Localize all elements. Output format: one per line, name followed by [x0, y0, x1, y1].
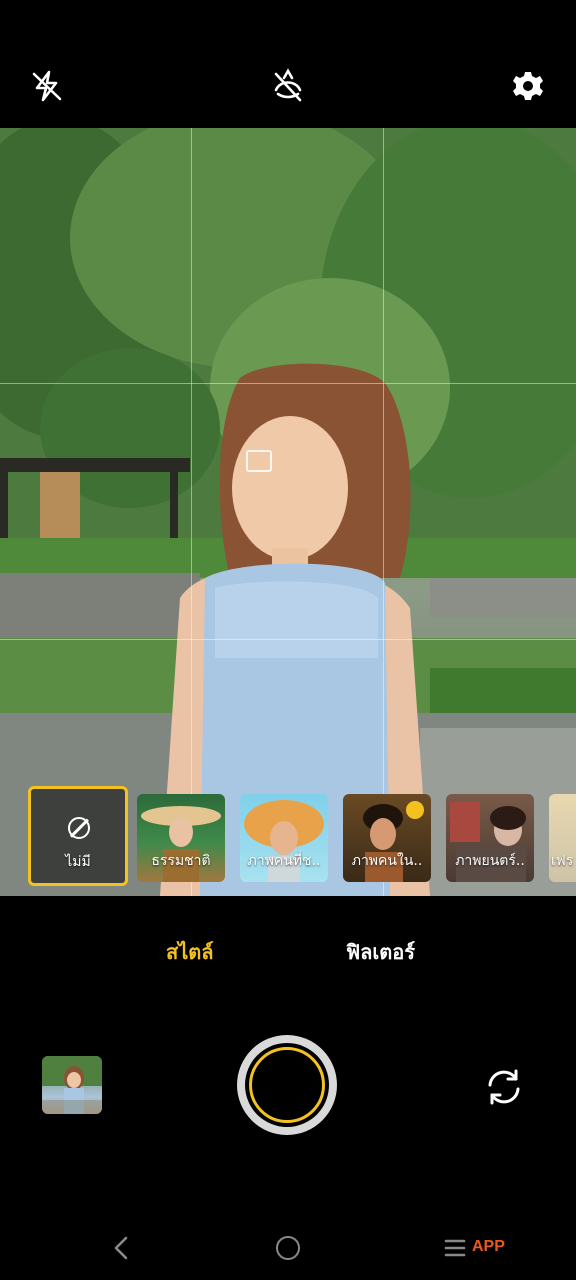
gear-icon[interactable] [508, 66, 548, 106]
filter-label: เฟร [551, 853, 574, 869]
gallery-preview-image [42, 1056, 102, 1114]
filter-movie[interactable]: ภาพยนตร์.. [446, 794, 534, 882]
recents-icon[interactable] [442, 1236, 468, 1260]
watermark-logo: APP [472, 1238, 505, 1255]
filter-fresh[interactable]: เฟร [549, 794, 576, 882]
face-focus-marker [246, 450, 272, 472]
filter-portrait-indoor[interactable]: ภาพคนใน.. [343, 794, 431, 882]
grid-line [191, 128, 192, 896]
filter-portrait-bright[interactable]: ภาพคนที่ช.. [240, 794, 328, 882]
camera-viewfinder[interactable] [0, 128, 576, 896]
scene-preview [0, 128, 576, 896]
mode-switcher: สไตล์ ฟิลเตอร์ [0, 936, 576, 966]
back-icon[interactable] [110, 1234, 134, 1262]
filter-label: ภาพคนใน.. [351, 853, 423, 869]
top-toolbar [0, 0, 576, 128]
flash-off-icon[interactable] [27, 66, 67, 106]
filter-label: ภาพคนที่ช.. [247, 853, 321, 869]
home-icon[interactable] [276, 1236, 300, 1260]
filter-label: ธรรมชาติ [151, 853, 211, 869]
grid-line [0, 639, 576, 640]
none-icon [68, 817, 90, 839]
filter-label: ไม่มี [65, 854, 91, 870]
switch-camera-icon[interactable] [482, 1065, 526, 1109]
filter-label: ภาพยนตร์.. [455, 853, 525, 869]
grid-line [0, 383, 576, 384]
filter-none[interactable]: ไม่มี [28, 786, 128, 886]
grid-line [383, 128, 384, 896]
mode-style[interactable]: สไตล์ [166, 936, 214, 968]
mode-filter[interactable]: ฟิลเตอร์ [346, 936, 415, 968]
gallery-thumbnail[interactable] [42, 1056, 102, 1114]
style-filter-strip[interactable]: ไม่มี ธรรมชาติ ภาพคนที่ช.. ภาพคนใน.. ภาพ… [0, 786, 576, 886]
shutter-button[interactable] [237, 1035, 337, 1135]
filter-natural[interactable]: ธรรมชาติ [137, 794, 225, 882]
beauty-off-icon[interactable] [268, 66, 308, 106]
